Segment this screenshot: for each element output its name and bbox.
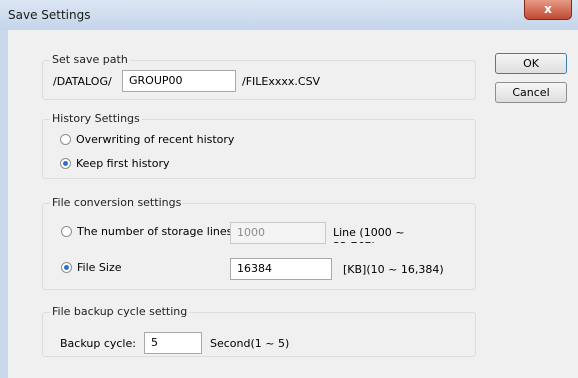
- history-settings-group: [42, 119, 476, 179]
- file-size-label[interactable]: File Size: [77, 261, 121, 274]
- title-bar: Save Settings x: [0, 0, 578, 31]
- file-size-range-label: [KB](10 ~ 16,384): [343, 263, 444, 276]
- backup-cycle-range-label: Second(1 ~ 5): [210, 337, 290, 350]
- close-button[interactable]: x: [524, 0, 572, 20]
- ok-button[interactable]: OK: [495, 53, 567, 74]
- backup-cycle-legend: File backup cycle setting: [50, 305, 190, 318]
- file-size-input[interactable]: 16384: [230, 258, 332, 280]
- save-path-legend: Set save path: [50, 53, 130, 66]
- backup-cycle-group: [42, 312, 476, 357]
- window-frame-left: [0, 30, 8, 378]
- file-size-radio[interactable]: [61, 262, 72, 273]
- storage-lines-input[interactable]: 1000: [230, 222, 326, 244]
- window-title: Save Settings: [8, 8, 91, 22]
- history-settings-legend: History Settings: [50, 112, 142, 125]
- storage-lines-label[interactable]: The number of storage lines: [77, 225, 232, 238]
- backup-cycle-input[interactable]: 5: [144, 332, 202, 354]
- path-suffix-label: /FILExxxx.CSV: [242, 75, 321, 88]
- storage-lines-radio[interactable]: [61, 226, 72, 237]
- overwrite-recent-label[interactable]: Overwriting of recent history: [76, 133, 234, 146]
- cancel-button[interactable]: Cancel: [495, 82, 567, 103]
- path-prefix-label: /DATALOG/: [53, 75, 112, 88]
- overwrite-recent-radio[interactable]: [60, 134, 71, 145]
- folder-name-input[interactable]: GROUP00: [122, 70, 236, 92]
- close-icon: x: [544, 2, 552, 16]
- storage-lines-range-label: Line (1000 ~ 32,767): [333, 226, 405, 243]
- dialog-body: Set save path /DATALOG/ GROUP00 /FILExxx…: [8, 30, 578, 378]
- keep-first-label[interactable]: Keep first history: [76, 157, 170, 170]
- backup-cycle-label: Backup cycle:: [60, 337, 136, 350]
- keep-first-radio[interactable]: [60, 158, 71, 169]
- file-conversion-legend: File conversion settings: [50, 196, 184, 209]
